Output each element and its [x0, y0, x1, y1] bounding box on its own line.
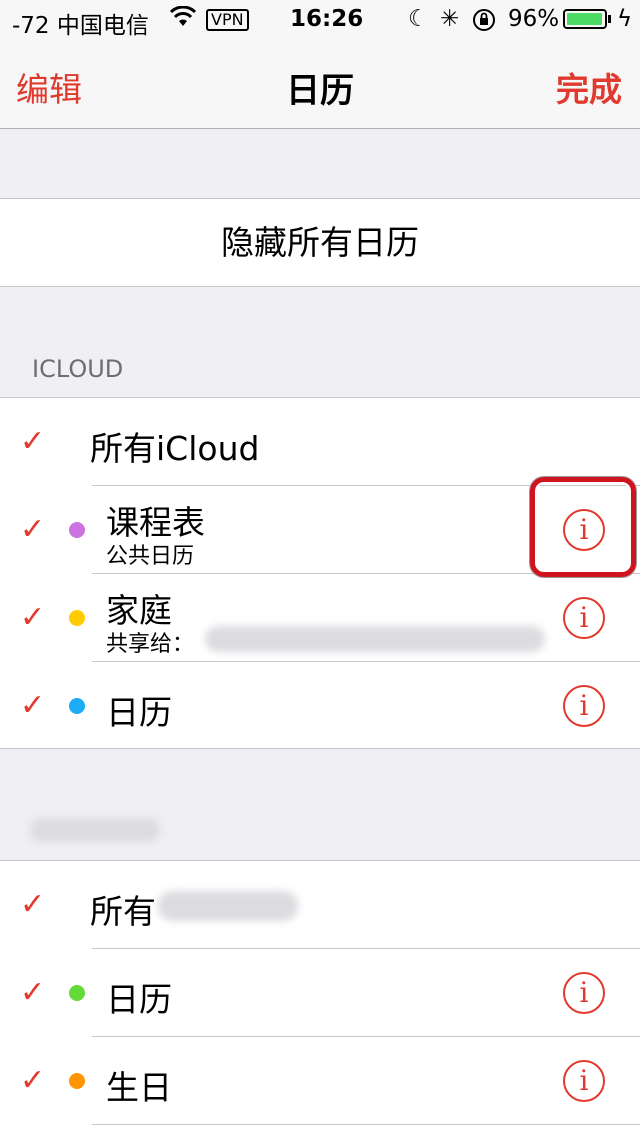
- battery-tip: [608, 15, 611, 23]
- calendar-row-calendar[interactable]: ✓ 日历 i: [0, 662, 640, 750]
- all-account-label: 所有: [90, 892, 156, 931]
- calendar-title: 家庭: [106, 591, 172, 630]
- section-header-redacted: [30, 818, 160, 842]
- calendar-title: 课程表: [106, 503, 205, 542]
- calendar-row-calendar[interactable]: ✓ 日历 i: [0, 949, 640, 1037]
- checkmark-icon: ✓: [20, 688, 46, 723]
- moon-icon: ☾: [408, 6, 429, 32]
- page-title: 日历: [286, 71, 354, 111]
- divider: [92, 1124, 640, 1125]
- calendar-title: 日历: [106, 980, 172, 1019]
- all-icloud-row[interactable]: ✓ 所有iCloud: [0, 398, 640, 486]
- calendar-subtitle: 共享给：: [106, 632, 195, 657]
- calendar-row-family[interactable]: ✓ 家庭 共享给： i: [0, 574, 640, 662]
- info-button-highlight: [530, 477, 636, 577]
- redacted-shared-with: [205, 626, 545, 652]
- bolt-icon: ϟ: [617, 6, 633, 32]
- wifi-icon: [169, 5, 197, 34]
- carrier-label: -72 中国电信: [12, 13, 149, 39]
- checkmark-icon: ✓: [20, 975, 46, 1010]
- hide-all-calendars-button[interactable]: 隐藏所有日历: [0, 198, 640, 287]
- battery-percent: 96%: [508, 6, 560, 32]
- calendar-color-dot: [69, 522, 85, 538]
- calendar-title: 生日: [106, 1068, 172, 1107]
- rotation-lock-icon: [472, 6, 496, 38]
- checkmark-icon: ✓: [20, 600, 46, 635]
- info-icon[interactable]: i: [563, 1060, 605, 1102]
- calendar-color-dot: [69, 610, 85, 626]
- redacted-account-name: [158, 891, 298, 921]
- vpn-badge: VPN: [206, 9, 249, 31]
- all-icloud-label: 所有iCloud: [90, 429, 260, 468]
- calendar-title: 日历: [106, 693, 172, 732]
- calendar-row-birthdays[interactable]: ✓ 生日 i: [0, 1037, 640, 1125]
- checkmark-icon: ✓: [20, 424, 46, 459]
- done-button[interactable]: 完成: [556, 63, 622, 111]
- activity-spinner-icon: ✳: [440, 6, 460, 32]
- checkmark-icon: ✓: [20, 1063, 46, 1098]
- info-icon[interactable]: i: [563, 597, 605, 639]
- battery-icon: [563, 9, 607, 29]
- navigation-bar: 编辑 日历 完成: [0, 40, 640, 129]
- checkmark-icon: ✓: [20, 887, 46, 922]
- info-icon[interactable]: i: [563, 685, 605, 727]
- clock: 16:26: [290, 6, 364, 32]
- calendar-color-dot: [69, 985, 85, 1001]
- battery-level: [567, 13, 602, 25]
- status-bar: -72 中国电信 VPN 16:26 ☾ ✳ 96% ϟ: [0, 0, 640, 40]
- calendar-color-dot: [69, 698, 85, 714]
- checkmark-icon: ✓: [20, 512, 46, 547]
- calendar-color-dot: [69, 1073, 85, 1089]
- all-account-row[interactable]: ✓ 所有: [0, 861, 640, 949]
- calendar-subtitle: 公共日历: [106, 544, 195, 569]
- other-calendar-group: ✓ 所有 ✓ 日历 i ✓ 生日 i: [0, 860, 640, 1137]
- info-icon[interactable]: i: [563, 972, 605, 1014]
- section-header-icloud: ICLOUD: [32, 355, 124, 383]
